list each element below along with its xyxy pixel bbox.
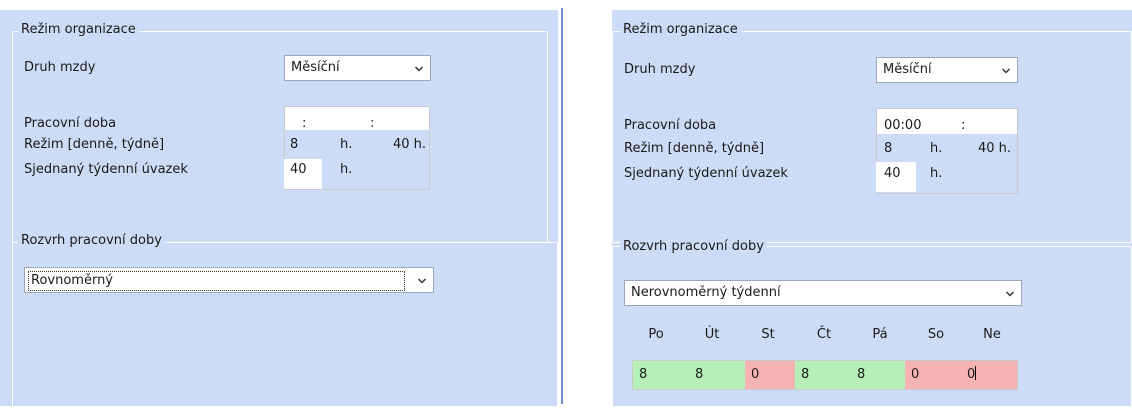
day-hours-po[interactable]: 8	[633, 361, 689, 389]
uvazek-unit: h.	[340, 162, 353, 177]
rezim-daily-unit: h.	[930, 141, 943, 156]
druh-mzdy-label: Druh mzdy	[24, 60, 96, 75]
day-label-st: St	[761, 327, 775, 342]
day-label-ct: Čt	[816, 327, 832, 342]
rozvrh-select[interactable]: Nerovnoměrný týdenní	[624, 280, 1022, 306]
rezim-daily-input[interactable]: 8	[884, 140, 892, 158]
day-label-ne: Ne	[983, 327, 1001, 342]
chevron-down-icon	[1006, 291, 1014, 297]
rezim-label: Režim [denně, týdně]	[624, 141, 765, 156]
pracovni-doba-from-input[interactable]: 00:00	[884, 117, 921, 135]
druh-mzdy-select[interactable]: Měsíční	[876, 57, 1018, 83]
rezim-daily-input[interactable]: 8	[290, 136, 298, 154]
day-hours-so[interactable]: 0	[905, 361, 961, 389]
group-title: Režim organizace	[620, 22, 741, 38]
left-settings-panel: Režim organizace Druh mzdy Měsíční Praco…	[0, 10, 558, 408]
druh-mzdy-value: Měsíční	[291, 60, 340, 75]
chevron-down-icon	[418, 278, 426, 284]
rozvrh-title: Rozvrh pracovní doby	[620, 239, 767, 255]
rezim-label: Režim [denně, týdně]	[24, 137, 165, 152]
rezim-daily-unit: h.	[340, 137, 353, 152]
druh-mzdy-label: Druh mzdy	[624, 62, 696, 77]
uvazek-label: Sjednaný týdenní úvazek	[24, 162, 188, 177]
right-settings-panel: Režim organizace Druh mzdy Měsíční Praco…	[612, 10, 1132, 408]
uvazek-label: Sjednaný týdenní úvazek	[624, 166, 788, 181]
rozvrh-value: Nerovnoměrný týdenní	[631, 285, 781, 300]
day-label-so: So	[927, 327, 945, 342]
rozvrh-title: Rozvrh pracovní doby	[18, 233, 165, 249]
rozvrh-select[interactable]: Rovnoměrný	[24, 267, 434, 293]
day-label-po: Po	[648, 327, 664, 342]
day-label-ut: Út	[704, 327, 720, 342]
weekday-header: Po Út St Čt Pá So Ne	[612, 326, 1132, 346]
day-hours-ct[interactable]: 8	[795, 361, 851, 389]
rezim-weekly-value: 40 h.	[978, 141, 1012, 156]
day-hours-pa[interactable]: 8	[851, 361, 905, 389]
rozvrh-value: Rovnoměrný	[28, 271, 405, 291]
weekday-hours-row: 8 8 0 8 8 0 0	[632, 360, 1018, 390]
uvazek-input[interactable]: 40	[290, 161, 307, 179]
day-hours-st[interactable]: 0	[745, 361, 795, 389]
pracovni-doba-to-input[interactable]: :	[370, 115, 374, 133]
uvazek-unit: h.	[930, 166, 943, 181]
uvazek-input[interactable]: 40	[884, 165, 901, 183]
day-hours-ut[interactable]: 8	[689, 361, 745, 389]
pracovni-doba-label: Pracovní doba	[624, 118, 717, 133]
druh-mzdy-value: Měsíční	[883, 62, 932, 77]
rezim-weekly-value: 40 h.	[393, 137, 427, 152]
text-cursor	[975, 366, 977, 380]
chevron-down-icon	[415, 66, 423, 72]
pracovni-doba-to-input[interactable]: :	[961, 117, 965, 135]
chevron-down-icon	[1002, 68, 1010, 74]
pracovni-doba-from-input[interactable]: :	[302, 115, 306, 133]
day-hours-ne[interactable]: 0	[961, 361, 1017, 389]
panel-divider	[561, 8, 563, 404]
day-label-pa: Pá	[872, 327, 888, 342]
pracovni-doba-label: Pracovní doba	[24, 116, 117, 131]
group-title: Režim organizace	[18, 22, 139, 38]
druh-mzdy-select[interactable]: Měsíční	[284, 55, 431, 81]
day-hours-ne-value: 0	[967, 367, 976, 382]
